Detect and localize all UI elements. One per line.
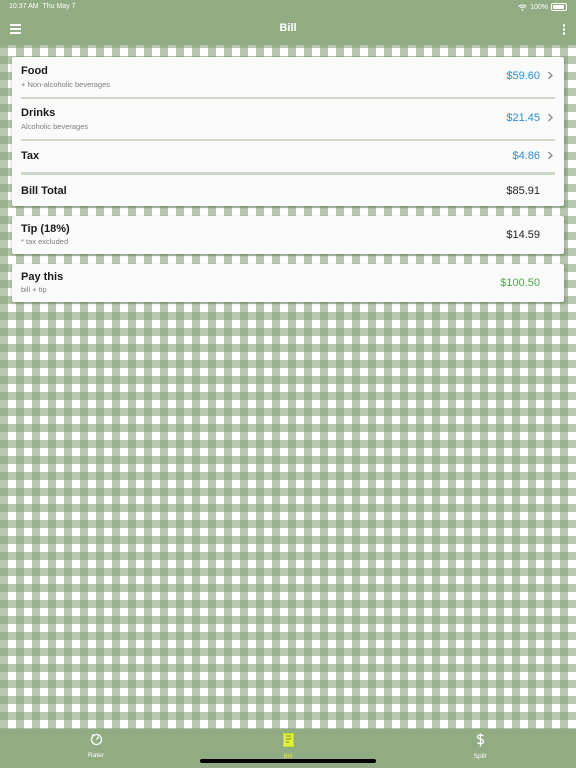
tab-rater[interactable]: Rater	[66, 733, 126, 759]
food-subtitle: + Non-alcoholic beverages	[21, 80, 111, 89]
chevron-right-icon	[548, 71, 553, 80]
page-title: Bill	[279, 22, 297, 34]
pay-row: Pay this bill + tip $100.50	[12, 264, 564, 302]
tab-bill[interactable]: Bill	[258, 733, 318, 760]
bill-total-title: Bill Total	[21, 185, 67, 197]
tab-rater-label: Rater	[88, 752, 104, 759]
chevron-right-icon	[548, 113, 553, 122]
tip-title: Tip (18%)	[21, 223, 70, 235]
home-indicator	[200, 759, 376, 763]
food-title: Food	[21, 65, 48, 77]
drinks-amount: $21.45	[506, 112, 540, 124]
tax-title: Tax	[21, 150, 40, 162]
status-time: 10:37 AM	[9, 3, 39, 10]
tab-split[interactable]: Split	[450, 733, 510, 760]
battery-icon	[551, 3, 567, 11]
tip-amount: $14.59	[506, 229, 540, 241]
pay-title: Pay this	[21, 271, 64, 283]
split-dollar-icon	[476, 733, 484, 747]
tab-bar: Rater Bill Split	[0, 729, 576, 768]
navigation-bar: 10:37 AM Thu May 7 100% Bill	[0, 0, 576, 45]
food-amount: $59.60	[506, 70, 540, 82]
food-row[interactable]: Food + Non-alcoholic beverages $59.60	[12, 57, 564, 97]
drinks-title: Drinks	[21, 107, 56, 119]
bill-total-amount: $85.91	[506, 185, 540, 197]
drinks-subtitle: Alcoholic beverages	[21, 122, 89, 131]
pay-amount: $100.50	[500, 277, 540, 289]
battery-percent: 100%	[530, 3, 548, 11]
more-vertical-icon[interactable]	[562, 24, 566, 35]
bill-receipt-icon	[282, 733, 294, 747]
status-right: 100%	[518, 3, 567, 11]
bill-total-row: Bill Total $85.91	[12, 175, 564, 206]
chevron-right-icon	[548, 151, 553, 160]
pay-card: Pay this bill + tip $100.50	[12, 264, 564, 302]
wifi-icon	[518, 4, 527, 11]
rater-dial-icon	[90, 733, 102, 746]
tip-subtitle: * tax excluded	[21, 237, 69, 246]
status-time-date: 10:37 AM Thu May 7	[9, 3, 76, 10]
tip-card: Tip (18%) * tax excluded $14.59	[12, 216, 564, 254]
tip-row: Tip (18%) * tax excluded $14.59	[12, 216, 564, 254]
tab-split-label: Split	[473, 753, 487, 760]
bill-card: Food + Non-alcoholic beverages $59.60 Dr…	[12, 57, 564, 206]
tax-row[interactable]: Tax $4.86	[12, 141, 564, 171]
pay-subtitle: bill + tip	[21, 285, 47, 294]
tax-amount: $4.86	[512, 150, 540, 162]
status-date: Thu May 7	[42, 3, 76, 10]
drinks-row[interactable]: Drinks Alcoholic beverages $21.45	[12, 99, 564, 139]
